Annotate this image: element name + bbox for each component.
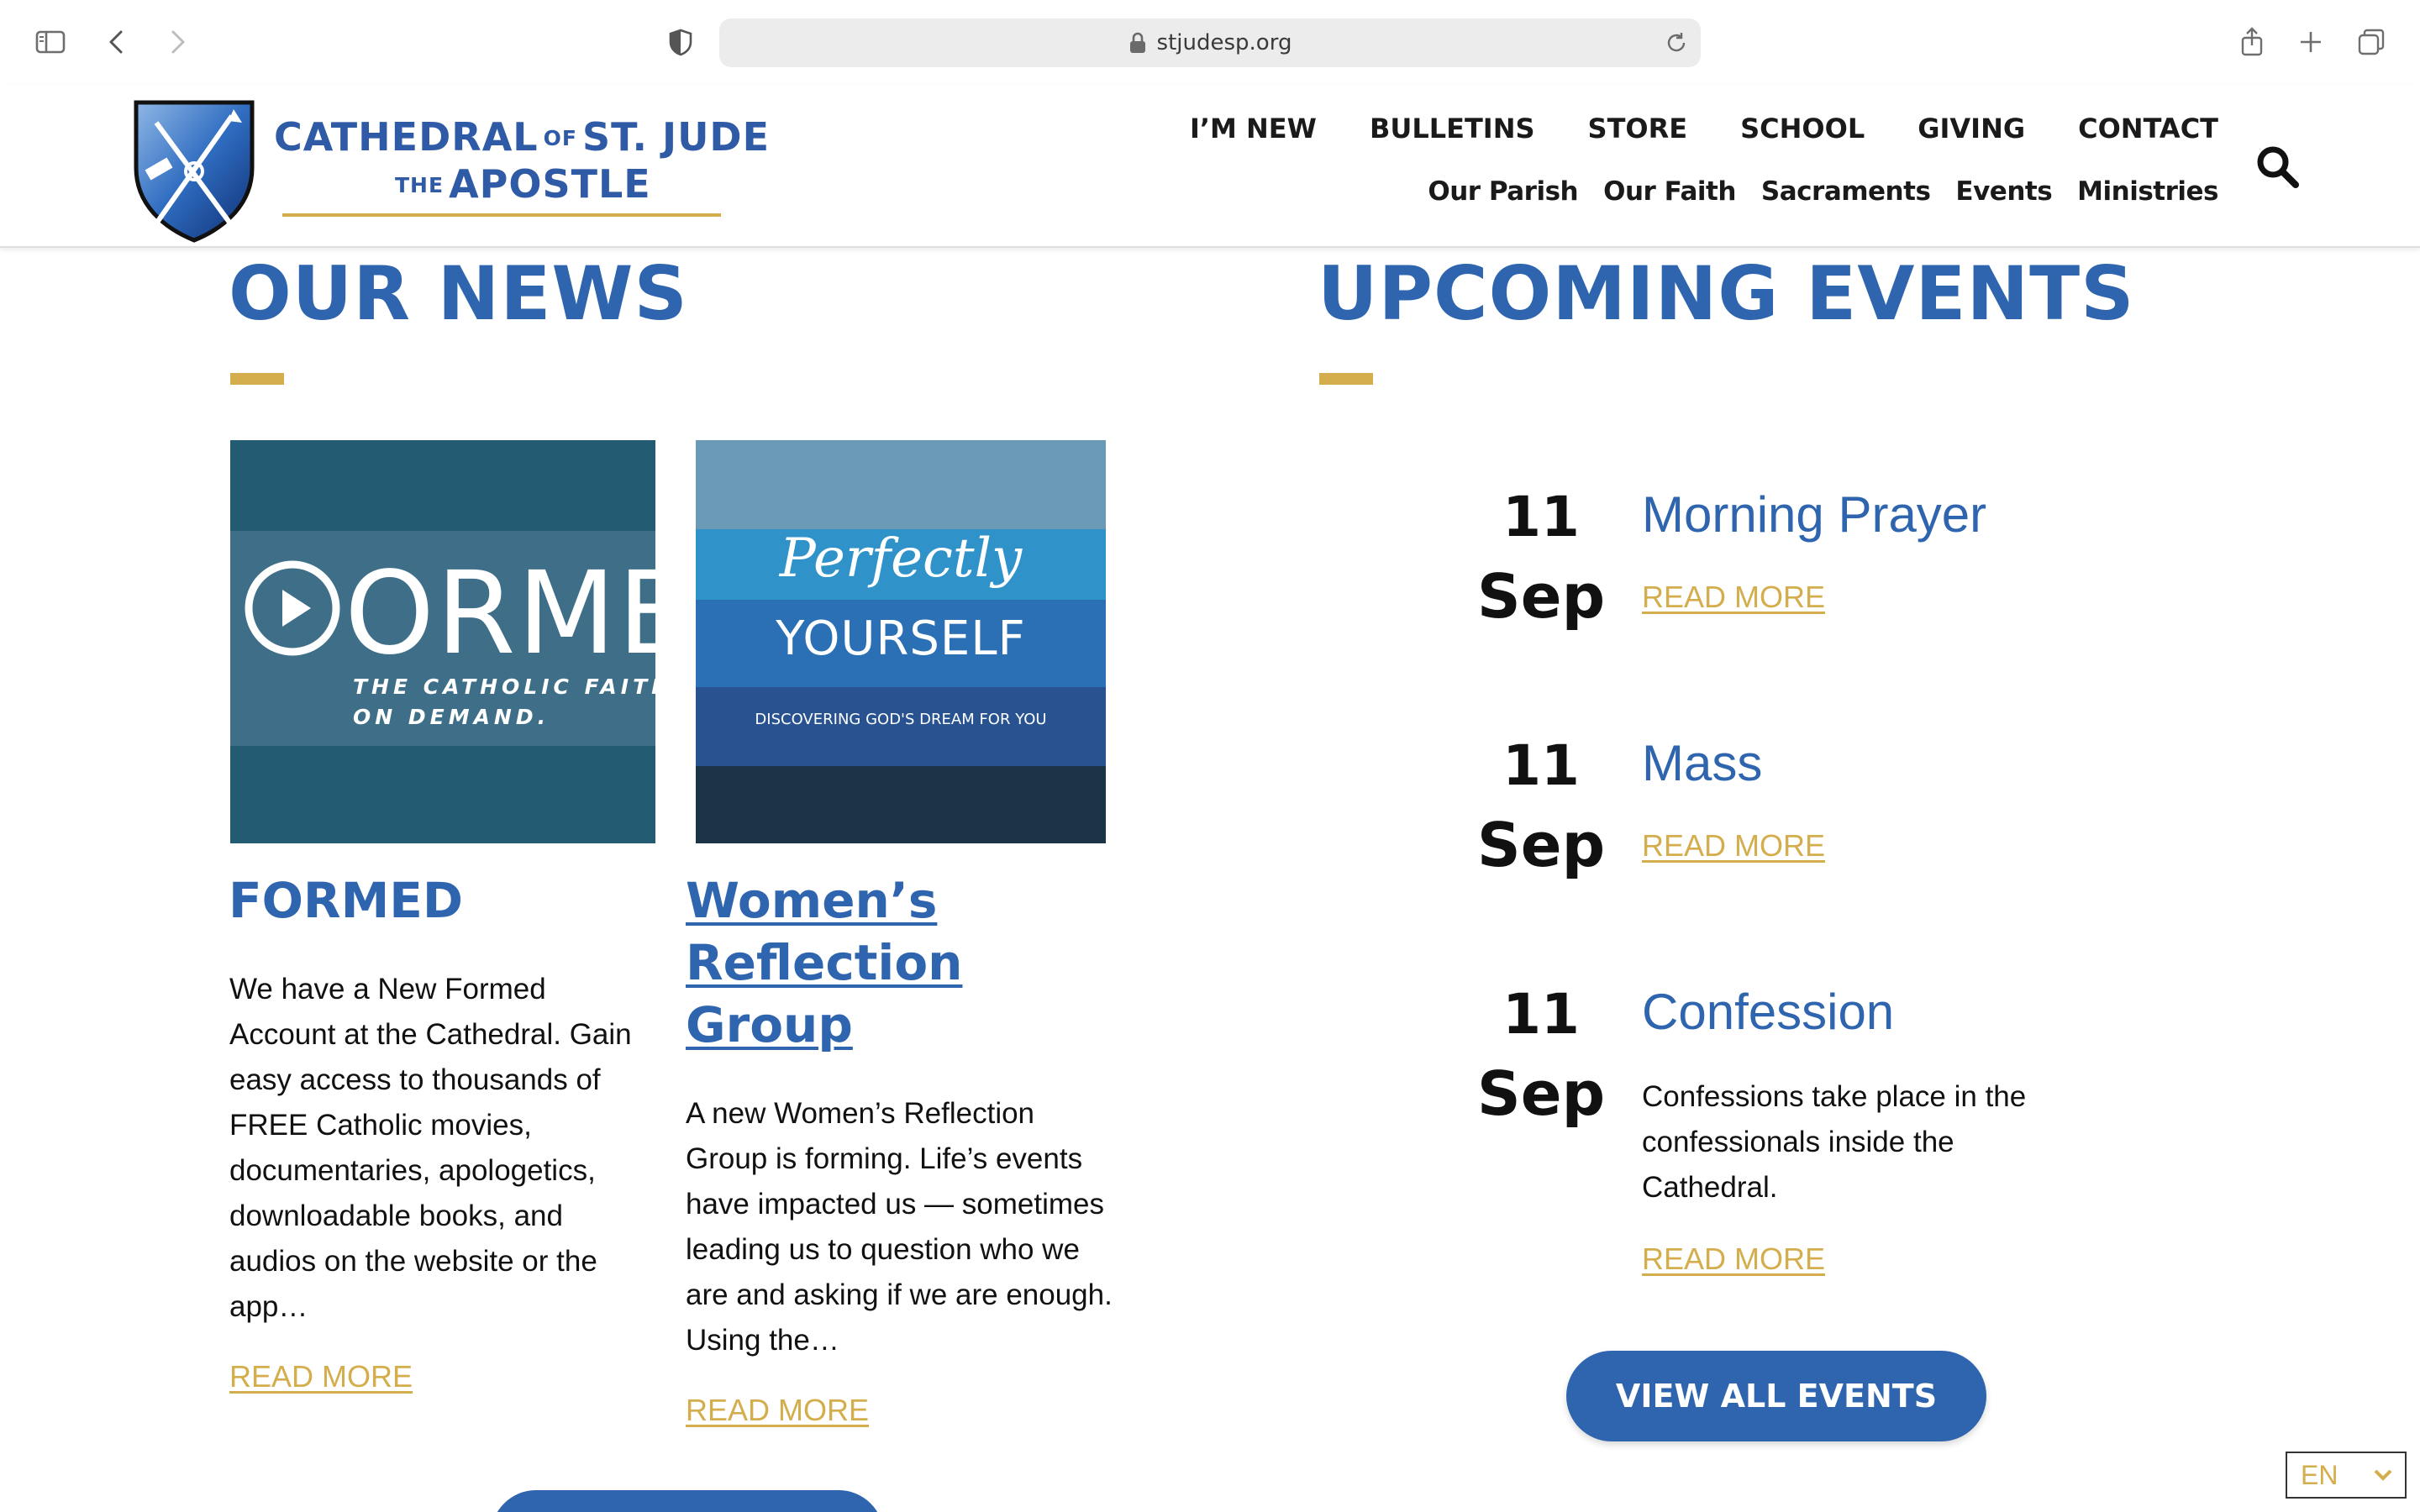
tab-overview-button[interactable] (2346, 17, 2396, 67)
image-stripe (696, 440, 1106, 529)
title-line: Group (686, 996, 853, 1053)
news-body-formed: We have a New Formed Account at the Cath… (229, 973, 632, 1323)
news-body-womens-reflection: A new Women’s Reflection Group is formin… (686, 1097, 1113, 1357)
event-month: Sep (1476, 1058, 1606, 1129)
chevron-down-icon (2374, 1469, 2392, 1481)
nav-events[interactable]: Events (1955, 176, 2052, 207)
read-more-confession[interactable]: READ MORE (1642, 1242, 1825, 1277)
formed-tag-line2: ON DEMAND. (353, 705, 550, 729)
event-month: Sep (1476, 810, 1606, 880)
logo-word-cathedral: CATHEDRAL (274, 114, 539, 160)
image-stripe (696, 766, 1106, 843)
event-day: 11 (1502, 733, 1580, 798)
play-icon (245, 560, 340, 656)
browser-toolbar: stjudesp.org (0, 0, 2420, 84)
event-description-confession: Confessions take place in the confession… (1642, 1080, 2027, 1204)
logo-word-apostle: APOSTLE (449, 161, 651, 207)
logo-word-st-jude: ST. JUDE (581, 114, 771, 160)
title-line: Reflection (686, 934, 963, 991)
share-button[interactable] (2227, 17, 2277, 67)
primary-nav: I’M NEW BULLETINS STORE SCHOOL GIVING CO… (1190, 113, 2218, 144)
site-header: CATHEDRAL OF ST. JUDE THE APOSTLE I’M NEW B… (0, 84, 2420, 248)
reload-icon[interactable] (1664, 30, 1689, 55)
logo-underline (282, 213, 721, 217)
language-selector[interactable]: EN (2286, 1452, 2407, 1499)
nav-bulletins[interactable]: BULLETINS (1370, 113, 1535, 144)
secondary-nav: Our Parish Our Faith Sacraments Events M… (1428, 176, 2218, 207)
chevron-left-icon (109, 30, 123, 54)
image-title-perfectly: Perfectly (779, 528, 1023, 590)
nav-giving[interactable]: GIVING (1918, 113, 2025, 144)
logo-word-of: OF (543, 126, 577, 150)
formed-image-word: ORMED (345, 548, 655, 680)
view-all-events-button[interactable]: VIEW ALL EVENTS (1566, 1351, 1986, 1441)
forward-button[interactable] (151, 17, 202, 67)
logo-word-the: THE (395, 173, 445, 197)
url-text: stjudesp.org (1156, 30, 1292, 55)
news-title-formed[interactable]: FORMED (229, 869, 463, 932)
plus-icon (2301, 32, 2321, 52)
sidebar-toggle-button[interactable] (25, 17, 76, 67)
shield-half-icon (669, 29, 692, 56)
logo-text-line1[interactable]: CATHEDRAL OF ST. JUDE (274, 114, 770, 160)
tabs-icon (2358, 29, 2385, 55)
view-all-news-button[interactable] (491, 1490, 884, 1512)
read-more-mass[interactable]: READ MORE (1642, 828, 1825, 864)
cathedral-shield-logo[interactable] (131, 97, 257, 244)
news-heading-accent (230, 373, 284, 385)
title-line: Women’s (686, 872, 938, 929)
image-subtitle: DISCOVERING GOD'S DREAM FOR YOU (755, 711, 1047, 728)
nav-sacraments[interactable]: Sacraments (1761, 176, 1931, 207)
event-title-mass[interactable]: Mass (1642, 734, 1762, 792)
nav-school[interactable]: SCHOOL (1740, 113, 1865, 144)
sidebar-icon (35, 30, 66, 54)
nav-im-new[interactable]: I’M NEW (1190, 113, 1317, 144)
image-title-yourself: YOURSELF (776, 612, 1026, 666)
address-bar[interactable]: stjudesp.org (719, 18, 1701, 67)
news-heading: OUR NEWS (229, 250, 688, 337)
event-title-confession[interactable]: Confession (1642, 983, 1894, 1041)
nav-store[interactable]: STORE (1588, 113, 1688, 144)
back-button[interactable] (92, 17, 143, 67)
privacy-shield-button[interactable] (655, 17, 706, 67)
read-more-womens-reflection[interactable]: READ MORE (686, 1393, 869, 1428)
formed-image-tagline: THE CATHOLIC FAITH ON DEMAND. (353, 672, 655, 732)
read-more-morning-prayer[interactable]: READ MORE (1642, 580, 1825, 615)
events-heading: UPCOMING EVENTS (1318, 250, 2135, 337)
search-icon[interactable] (2252, 141, 2304, 193)
events-heading-accent (1319, 373, 1373, 385)
event-title-morning-prayer[interactable]: Morning Prayer (1642, 486, 1986, 543)
formed-tag-line1: THE CATHOLIC FAITH (353, 675, 655, 699)
formed-image[interactable]: ORMED THE CATHOLIC FAITH ON DEMAND. (230, 440, 655, 843)
event-month: Sep (1476, 561, 1606, 632)
read-more-formed[interactable]: READ MORE (229, 1359, 413, 1394)
news-title-womens-reflection[interactable]: Women’s Reflection Group (686, 869, 962, 1056)
new-tab-button[interactable] (2286, 17, 2336, 67)
nav-contact[interactable]: CONTACT (2078, 113, 2218, 144)
event-day: 11 (1502, 485, 1580, 549)
chevron-right-icon (171, 30, 185, 54)
nav-our-faith[interactable]: Our Faith (1603, 176, 1736, 207)
share-icon (2241, 27, 2263, 56)
event-day: 11 (1502, 982, 1580, 1047)
language-selected: EN (2301, 1459, 2338, 1490)
nav-ministries[interactable]: Ministries (2077, 176, 2218, 207)
nav-our-parish[interactable]: Our Parish (1428, 176, 1578, 207)
logo-text-line2[interactable]: THE APOSTLE (390, 161, 651, 207)
lock-icon (1129, 32, 1145, 53)
womens-reflection-image[interactable]: Perfectly YOURSELF DISCOVERING GOD'S DRE… (696, 440, 1106, 843)
